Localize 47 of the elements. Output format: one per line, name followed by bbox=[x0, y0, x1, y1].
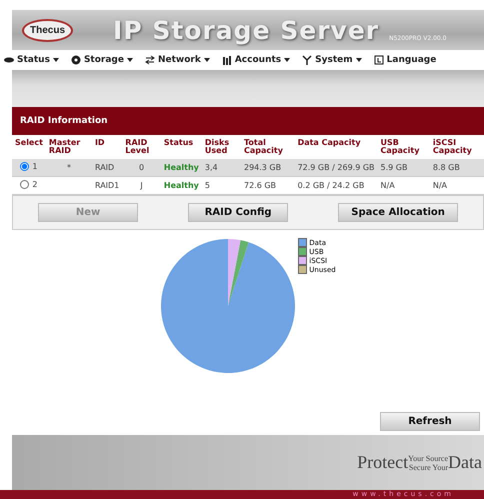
table-cell: RAID1 bbox=[92, 176, 122, 194]
disk-icon bbox=[4, 55, 14, 65]
refresh-button[interactable]: Refresh bbox=[380, 412, 480, 431]
table-cell: Healthy bbox=[160, 176, 202, 194]
menu-item[interactable]: Status bbox=[17, 55, 50, 65]
action-button[interactable]: Space Allocation bbox=[338, 203, 458, 222]
column-header: USB Capacity bbox=[378, 135, 430, 159]
action-button[interactable]: RAID Config bbox=[188, 203, 288, 222]
menu-item[interactable]: System bbox=[315, 55, 353, 65]
column-header: Select bbox=[12, 135, 46, 159]
menu-item[interactable]: Accounts bbox=[234, 55, 282, 65]
menu-item[interactable]: Network bbox=[158, 55, 201, 65]
panel-title: RAID Information bbox=[12, 107, 484, 135]
table-cell: RAID bbox=[92, 159, 122, 176]
column-header: ID bbox=[92, 135, 122, 159]
arrows-icon bbox=[144, 55, 155, 65]
column-header: Total Capacity bbox=[240, 135, 295, 159]
table-cell: 3,4 bbox=[202, 159, 241, 176]
table-cell: 72.6 GB bbox=[240, 176, 295, 194]
column-header: Data Capacity bbox=[294, 135, 378, 159]
table-cell: 5.9 GB bbox=[378, 159, 430, 176]
table-cell: * bbox=[46, 159, 92, 176]
table-cell: J bbox=[122, 176, 161, 194]
letter-box-icon bbox=[374, 55, 384, 65]
column-header: Disks Used bbox=[202, 135, 241, 159]
wrench-icon bbox=[302, 55, 312, 65]
bars-icon bbox=[222, 55, 232, 65]
column-header: Status bbox=[160, 135, 202, 159]
disc-icon bbox=[70, 55, 81, 65]
table-cell: 72.9 GB / 269.9 GB bbox=[294, 159, 378, 176]
table-cell: N/A bbox=[378, 176, 430, 194]
column-header: iSCSI Capacity bbox=[430, 135, 484, 159]
table-cell: 0.2 GB / 24.2 GB bbox=[294, 176, 378, 194]
raid-radio[interactable]: 2 bbox=[20, 180, 38, 189]
table-cell: 8.8 GB bbox=[430, 159, 484, 176]
table-cell: 294.3 GB bbox=[240, 159, 295, 176]
table-cell: 0 bbox=[122, 159, 161, 176]
logo: Thecus bbox=[22, 18, 74, 42]
table-cell: Healthy bbox=[160, 159, 202, 176]
menu-item[interactable]: Storage bbox=[84, 55, 124, 65]
banner-title: IP Storage Server bbox=[113, 16, 380, 44]
menu-item[interactable]: Language bbox=[386, 55, 436, 65]
table-cell: N/A bbox=[430, 176, 484, 194]
table-cell: 5 bbox=[202, 176, 241, 194]
column-header: RAID Level bbox=[122, 135, 161, 159]
raid-radio[interactable]: 1 bbox=[20, 162, 38, 171]
column-header: Master RAID bbox=[46, 135, 92, 159]
